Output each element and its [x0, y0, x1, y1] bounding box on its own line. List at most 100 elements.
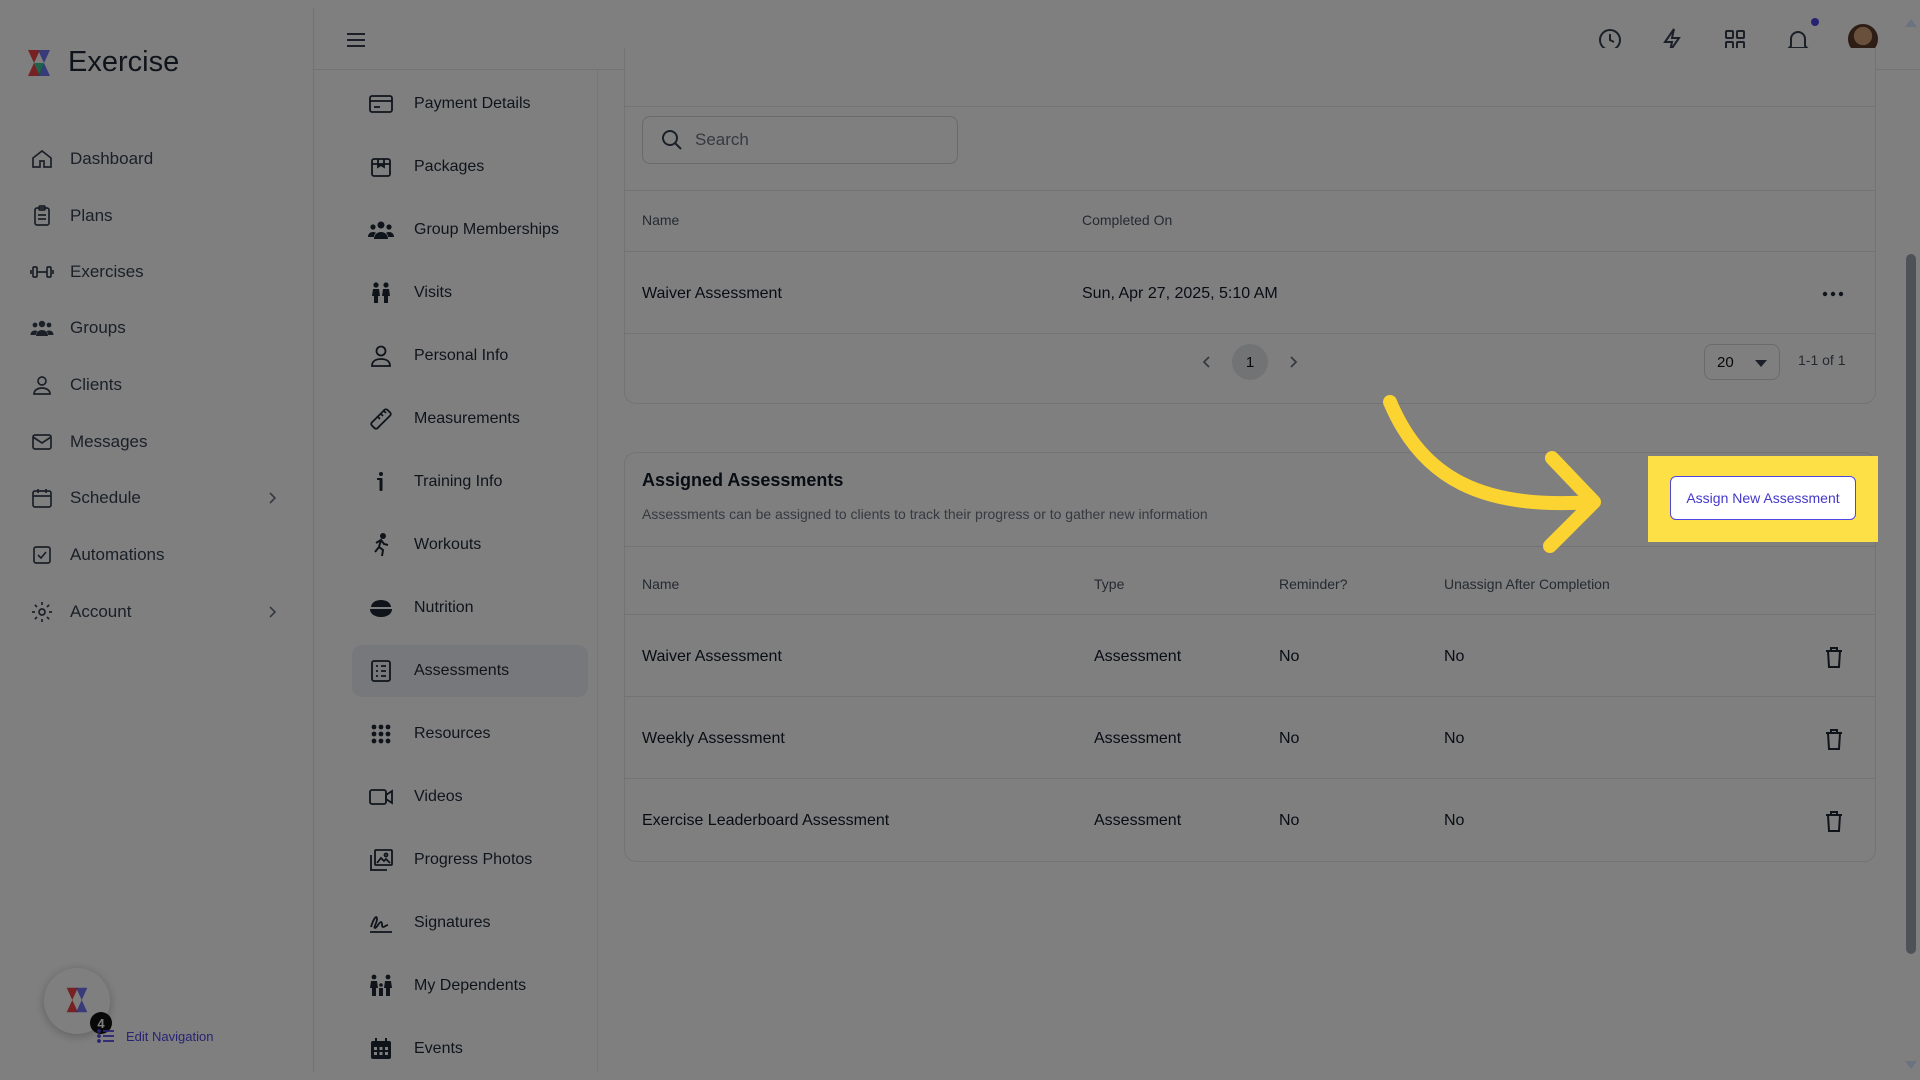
- table-row-unassign: No: [1444, 812, 1464, 830]
- nav-item-label: Account: [70, 602, 131, 622]
- nav-item-plans[interactable]: Plans: [30, 196, 280, 236]
- nav-item-messages[interactable]: Messages: [30, 422, 280, 462]
- more-options-icon[interactable]: [1822, 288, 1844, 300]
- divider: [625, 333, 1875, 334]
- section-subtitle: Assessments can be assigned to clients t…: [642, 506, 1208, 522]
- sub-nav-label: Assessments: [414, 662, 509, 680]
- brand-name: Exercise: [68, 46, 179, 79]
- bowl-icon: [368, 595, 414, 621]
- table-row-name: Weekly Assessment: [642, 730, 785, 748]
- sub-nav-packages[interactable]: Packages: [352, 141, 588, 193]
- nav-item-exercises[interactable]: Exercises: [30, 252, 280, 292]
- clipboard-icon: [30, 204, 70, 228]
- sub-nav-my-dependents[interactable]: My Dependents: [352, 960, 588, 1012]
- sub-nav-assessments[interactable]: Assessments: [352, 645, 588, 697]
- sub-nav-group-memberships[interactable]: Group Memberships: [352, 204, 588, 256]
- nav-item-label: Schedule: [70, 488, 141, 508]
- sub-nav-measurements[interactable]: Measurements: [352, 393, 588, 445]
- scrollbar-thumb[interactable]: [1906, 254, 1916, 954]
- table-row-reminder: No: [1279, 730, 1299, 748]
- users-icon: [30, 316, 70, 340]
- sub-nav-label: Visits: [414, 284, 452, 302]
- chevron-left-icon[interactable]: [1200, 354, 1214, 370]
- nav-item-clients[interactable]: Clients: [30, 365, 280, 405]
- nav-item-label: Exercises: [70, 262, 144, 282]
- photos-icon: [368, 847, 414, 873]
- nav-item-account[interactable]: Account: [30, 592, 280, 632]
- user-icon: [368, 343, 414, 369]
- sub-nav-label: Workouts: [414, 536, 481, 554]
- divider: [625, 696, 1875, 697]
- people-icon: [368, 280, 414, 306]
- nav-item-dashboard[interactable]: Dashboard: [30, 139, 280, 179]
- sub-nav-visits[interactable]: Visits: [352, 267, 588, 319]
- column-header-name[interactable]: Name: [642, 576, 679, 592]
- dumbbell-icon: [30, 260, 70, 284]
- brand-logo-icon: [22, 46, 56, 80]
- sub-nav-label: Signatures: [414, 914, 491, 932]
- search-input[interactable]: Search: [642, 116, 958, 164]
- signature-icon: [368, 910, 414, 936]
- table-row-reminder: No: [1279, 648, 1299, 666]
- table-row-reminder: No: [1279, 812, 1299, 830]
- checklist-icon: [368, 658, 414, 684]
- scroll-down-arrow-icon[interactable]: [1904, 1060, 1918, 1070]
- chevron-right-icon: [264, 604, 280, 620]
- sub-nav-nutrition[interactable]: Nutrition: [352, 582, 588, 634]
- table-row-name: Exercise Leaderboard Assessment: [642, 812, 889, 830]
- table-row-type: Assessment: [1094, 812, 1181, 830]
- scroll-up-arrow-icon[interactable]: [1904, 18, 1918, 28]
- divider: [625, 778, 1875, 779]
- trash-icon[interactable]: [1823, 809, 1845, 833]
- sub-nav-progress-photos[interactable]: Progress Photos: [352, 834, 588, 886]
- nav-item-label: Automations: [70, 545, 165, 565]
- nav-item-label: Groups: [70, 318, 126, 338]
- trash-icon[interactable]: [1823, 645, 1845, 669]
- sub-nav-payment-details[interactable]: Payment Details: [352, 78, 588, 130]
- nav-item-label: Messages: [70, 432, 147, 452]
- table-row-completed-on: Sun, Apr 27, 2025, 5:10 AM: [1082, 285, 1278, 303]
- edit-navigation-label: Edit Navigation: [126, 1029, 213, 1044]
- column-header-unassign[interactable]: Unassign After Completion: [1444, 576, 1610, 592]
- yellow-arrow-icon: [1372, 388, 1612, 558]
- table-row-unassign: No: [1444, 648, 1464, 666]
- sub-nav-events[interactable]: Events: [352, 1023, 588, 1072]
- sub-nav-workouts[interactable]: Workouts: [352, 519, 588, 571]
- sub-nav-label: Payment Details: [414, 95, 531, 113]
- sub-nav-personal-info[interactable]: Personal Info: [352, 330, 588, 382]
- column-header-type[interactable]: Type: [1094, 576, 1124, 592]
- sub-nav-resources[interactable]: Resources: [352, 708, 588, 760]
- table-row-type: Assessment: [1094, 648, 1181, 666]
- sub-nav-label: Events: [414, 1040, 463, 1058]
- nav-item-label: Plans: [70, 206, 113, 226]
- divider: [625, 251, 1875, 252]
- column-header-name[interactable]: Name: [642, 212, 679, 228]
- nav-item-schedule[interactable]: Schedule: [30, 478, 280, 518]
- nav-item-groups[interactable]: Groups: [30, 308, 280, 348]
- chevron-right-icon[interactable]: [1286, 354, 1300, 370]
- rows-per-page-select[interactable]: 20: [1704, 344, 1780, 380]
- nav-item-label: Dashboard: [70, 149, 153, 169]
- column-header-completed-on[interactable]: Completed On: [1082, 212, 1172, 228]
- column-header-reminder[interactable]: Reminder?: [1279, 576, 1347, 592]
- trash-icon[interactable]: [1823, 727, 1845, 751]
- divider: [625, 190, 1875, 191]
- home-icon: [30, 147, 70, 171]
- sub-nav-training-info[interactable]: Training Info: [352, 456, 588, 508]
- package-icon: [368, 154, 414, 180]
- sub-nav-label: Progress Photos: [414, 851, 532, 869]
- grid-dots-icon: [368, 721, 414, 747]
- hamburger-menu-icon[interactable]: [344, 28, 368, 52]
- nav-item-label: Clients: [70, 375, 122, 395]
- assign-new-assessment-button[interactable]: Assign New Assessment: [1670, 476, 1856, 520]
- nav-item-automations[interactable]: Automations: [30, 535, 280, 575]
- left-navigation: Exercise Dashboard Plans Exercises Group…: [0, 8, 314, 1072]
- sub-nav-videos[interactable]: Videos: [352, 771, 588, 823]
- video-camera-icon: [368, 784, 414, 810]
- edit-navigation-link[interactable]: Edit Navigation: [96, 1026, 213, 1046]
- notification-dot: [1811, 18, 1819, 26]
- sub-nav-signatures[interactable]: Signatures: [352, 897, 588, 949]
- sub-nav-label: Training Info: [414, 473, 502, 491]
- sub-nav-label: Personal Info: [414, 347, 508, 365]
- pagination-current-page[interactable]: 1: [1232, 344, 1268, 380]
